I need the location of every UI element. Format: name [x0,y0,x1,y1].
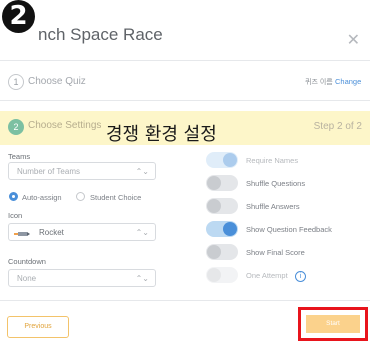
dialog-title: nch Space Race [38,25,163,44]
quiz-name: 퀴즈 이름 [305,79,333,86]
show-question-feedback-label: Show Question Feedback [246,225,332,234]
divider [0,100,370,101]
show-final-score-label: Show Final Score [246,248,305,257]
shuffle-answers-label: Shuffle Answers [246,202,300,211]
step-counter: Step 2 of 2 [313,121,362,132]
one-attempt-label: One Attempt [246,271,288,280]
require-names-label: Require Names [246,156,299,165]
countdown-value: None [17,274,37,283]
icon-label: Icon [8,211,23,220]
step-1-label[interactable]: Choose Quiz [28,76,86,87]
rocket-icon [14,232,30,236]
divider [0,300,370,301]
step-2-label: Choose Settings [28,120,102,131]
close-icon[interactable]: ✕ [347,30,360,50]
step-1-number: 1 [8,74,24,90]
shuffle-questions-label: Shuffle Questions [246,179,306,188]
require-names-toggle[interactable] [206,152,238,168]
student-choice-radio[interactable] [76,192,85,201]
show-question-feedback-toggle[interactable] [206,221,238,237]
countdown-select[interactable]: None ⌃⌄ [8,269,156,287]
one-attempt-toggle[interactable] [206,267,238,283]
shuffle-questions-toggle[interactable] [206,175,238,191]
shuffle-answers-toggle[interactable] [206,198,238,214]
start-button-highlight: Start [298,307,368,341]
select-arrows-icon: ⌃⌄ [135,274,149,283]
icon-value: Rocket [39,228,64,237]
step-2-number: 2 [8,119,24,135]
info-icon[interactable]: i [295,271,306,282]
auto-assign-label: Auto-assign [22,193,62,202]
change-quiz-link[interactable]: Change [335,77,361,86]
icon-select[interactable]: Rocket ⌃⌄ [8,223,156,241]
select-arrows-icon: ⌃⌄ [135,228,149,237]
teams-select[interactable]: Number of Teams ⌃⌄ [8,162,156,180]
teams-label: Teams [8,152,31,161]
countdown-label: Countdown [8,257,46,266]
start-button[interactable]: Start [306,315,360,333]
select-arrows-icon: ⌃⌄ [135,167,149,176]
previous-button[interactable]: Previous [7,316,69,338]
teams-value: Number of Teams [17,167,80,176]
divider [0,60,370,61]
student-choice-label: Student Choice [90,193,142,202]
auto-assign-radio[interactable] [9,192,18,201]
step-number-marker: 2 [2,0,35,33]
banner-caption: 경쟁 환경 설정 [106,124,217,145]
show-final-score-toggle[interactable] [206,244,238,260]
